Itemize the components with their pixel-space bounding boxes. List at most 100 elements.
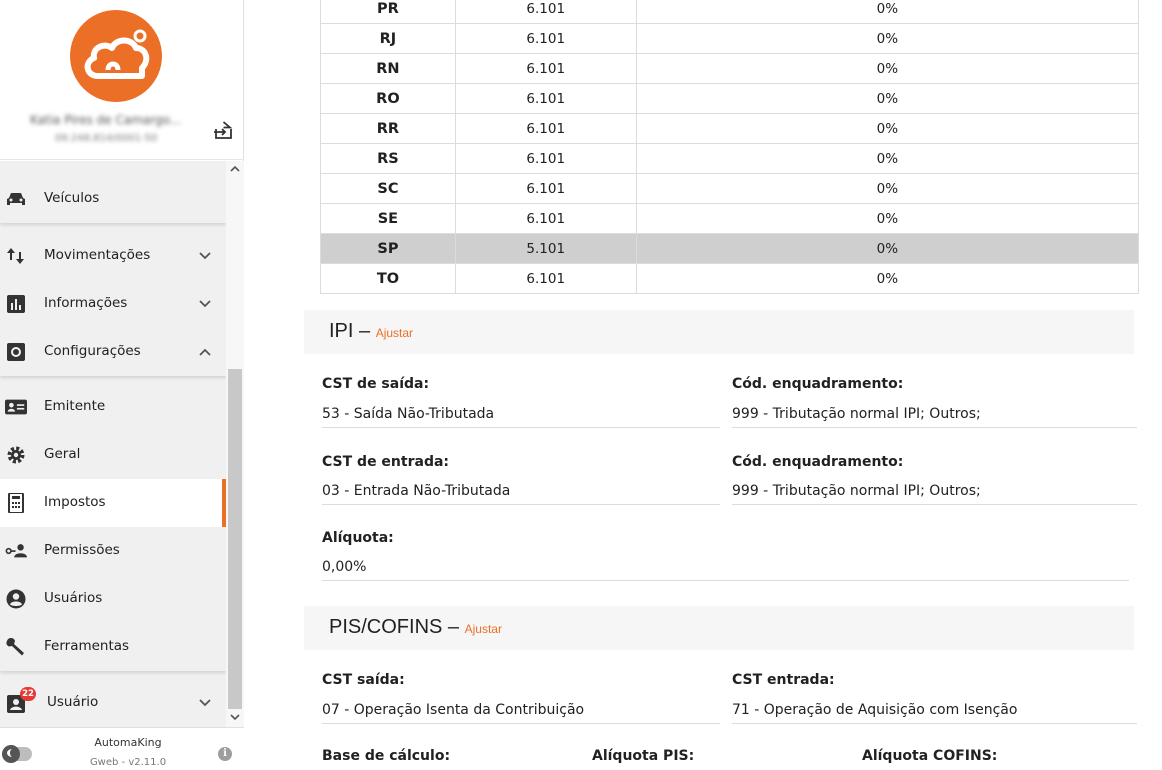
pis-base-calculo-label: Base de cálculo:: [322, 748, 451, 764]
aliquota-cell: 0%: [635, 0, 1140, 24]
app-logo: [70, 10, 162, 102]
uf-table: PR 6.101 0% RJ 6.101 0% RN 6.101 0% RO 6.101 0% RR 6.…: [320, 0, 1140, 294]
main-content: PR 6.101 0% RJ 6.101 0% RN 6.101 0% RO 6.101 0% RR 6.…: [245, 0, 1162, 770]
aliquota-cell: 0%: [635, 143, 1140, 174]
sidebar-item-label: Movimentações: [44, 247, 151, 263]
sidebar-item-geral[interactable]: Geral: [0, 431, 226, 479]
uf-cell: SE: [320, 203, 456, 234]
sidebar-item-label: Configurações: [44, 343, 141, 359]
aliquota-cell: 0%: [635, 83, 1140, 114]
cfop-cell: 6.101: [454, 83, 637, 114]
uf-cell: SP: [320, 233, 456, 264]
table-row[interactable]: TO 6.101 0%: [320, 263, 1140, 294]
cfop-cell: 6.101: [454, 0, 637, 24]
ipi-section-header: IPI – Ajustar: [304, 310, 1134, 354]
section-title: IPI – Ajustar: [329, 320, 414, 342]
cfop-cell: 5.101: [454, 233, 637, 264]
table-row[interactable]: SE 6.101 0%: [320, 203, 1140, 234]
table-row[interactable]: SP 5.101 0%: [320, 233, 1140, 264]
table-row[interactable]: RR 6.101 0%: [320, 113, 1140, 144]
arrows-updown-icon: [7, 248, 24, 264]
chevron-down-icon: [199, 252, 211, 260]
cfop-cell: 6.101: [454, 173, 637, 204]
aliquota-cell: 0%: [635, 113, 1140, 144]
table-row[interactable]: RJ 6.101 0%: [320, 23, 1140, 54]
ipi-cst-entrada-value: 03 - Entrada Não-Tributada: [322, 483, 720, 505]
cfop-cell: 6.101: [454, 143, 637, 174]
sidebar-item-emitente[interactable]: Emitente: [0, 383, 226, 431]
app-name: AutomaKing: [94, 736, 162, 749]
sidebar-item-usuario[interactable]: 22 Usuário: [0, 679, 226, 727]
pis-cofins-adjust-link[interactable]: Ajustar: [465, 622, 502, 636]
ipi-enq-entrada-label: Cód. enquadramento:: [732, 454, 904, 470]
uf-cell: TO: [320, 263, 456, 294]
sidebar-item-usuarios[interactable]: Usuários: [0, 575, 226, 623]
sidebar-scrollbar[interactable]: [226, 161, 244, 727]
pis-cst-entrada-value: 71 - Operação de Aquisição com Isenção: [732, 702, 1137, 724]
uf-cell: PR: [320, 0, 456, 24]
profile-panel: Katia Pires de Camargo... 09.248.814/000…: [0, 0, 244, 160]
scroll-down-icon[interactable]: [229, 711, 241, 723]
aliquota-cell: 0%: [635, 23, 1140, 54]
ipi-cst-saida-value: 53 - Saída Não-Tributada: [322, 406, 720, 428]
pis-cofins-section-header: PIS/COFINS – Ajustar: [304, 606, 1134, 650]
sidebar-menu: Veículos Movimentações Informações Confi…: [0, 161, 226, 727]
cfop-cell: 6.101: [454, 53, 637, 84]
pis-cst-saida-label: CST saída:: [322, 672, 405, 688]
info-icon[interactable]: i: [218, 747, 232, 761]
table-row[interactable]: PR 6.101 0%: [320, 0, 1140, 24]
sidebar-item-label: Veículos: [44, 190, 100, 206]
logout-icon[interactable]: [212, 120, 234, 140]
chevron-down-icon: [199, 699, 211, 707]
cloud-logo-icon: [84, 29, 150, 79]
pis-aliquota-pis-label: Alíquota PIS:: [592, 748, 695, 764]
wrench-icon: [6, 638, 24, 656]
sidebar-item-label: Informações: [44, 295, 128, 311]
chart-icon: [7, 295, 25, 313]
ipi-enq-saida-label: Cód. enquadramento:: [732, 376, 904, 392]
sidebar-item-ferramentas[interactable]: Ferramentas: [0, 623, 226, 671]
cfop-cell: 6.101: [454, 113, 637, 144]
key-user-icon: [5, 544, 27, 558]
sidebar-item-label: Usuário: [47, 694, 99, 710]
section-title: PIS/COFINS – Ajustar: [329, 616, 502, 638]
uf-cell: RJ: [320, 23, 456, 54]
ipi-adjust-link[interactable]: Ajustar: [376, 326, 413, 340]
sidebar: Katia Pires de Camargo... 09.248.814/000…: [0, 0, 244, 770]
scrollbar-thumb[interactable]: [228, 369, 242, 709]
table-row[interactable]: SC 6.101 0%: [320, 173, 1140, 204]
ipi-aliquota-label: Alíquota:: [322, 530, 394, 546]
aliquota-cell: 0%: [635, 233, 1140, 264]
settings-icon: [7, 343, 25, 361]
id-card-icon: [5, 399, 27, 415]
sidebar-item-informacoes[interactable]: Informações: [0, 280, 226, 328]
chevron-down-icon: [199, 300, 211, 308]
ipi-title: IPI: [329, 320, 354, 342]
uf-cell: RO: [320, 83, 456, 114]
ipi-aliquota-value: 0,00%: [322, 559, 1129, 581]
table-row[interactable]: RS 6.101 0%: [320, 143, 1140, 174]
cfop-cell: 6.101: [454, 203, 637, 234]
uf-cell: RN: [320, 53, 456, 84]
ipi-enq-saida-value: 999 - Tributação normal IPI; Outros;: [732, 406, 1137, 428]
car-icon: [7, 193, 25, 205]
sidebar-footer: AutomaKing Gweb - v2.11.0 i: [0, 727, 244, 770]
sidebar-item-movimentacoes[interactable]: Movimentações: [0, 232, 226, 280]
scroll-up-icon[interactable]: [229, 163, 241, 175]
table-row[interactable]: RN 6.101 0%: [320, 53, 1140, 84]
ipi-cst-entrada-label: CST de entrada:: [322, 454, 450, 470]
sidebar-item-configuracoes[interactable]: Configurações: [0, 328, 226, 376]
sidebar-item-veiculos[interactable]: Veículos: [0, 175, 226, 223]
pis-cofins-title: PIS/COFINS: [329, 616, 443, 638]
notification-badge: 22: [20, 687, 36, 701]
app-version: Gweb - v2.11.0: [89, 757, 167, 768]
uf-cell: SC: [320, 173, 456, 204]
table-row[interactable]: RO 6.101 0%: [320, 83, 1140, 114]
sidebar-item-label: Geral: [44, 446, 81, 462]
chevron-up-icon: [199, 348, 211, 356]
sidebar-item-permissoes[interactable]: Permissões: [0, 527, 226, 575]
uf-cell: RS: [320, 143, 456, 174]
user-name: Katia Pires de Camargo...: [30, 113, 182, 127]
sidebar-item-impostos[interactable]: Impostos: [0, 479, 226, 527]
gear-icon: [7, 446, 25, 464]
